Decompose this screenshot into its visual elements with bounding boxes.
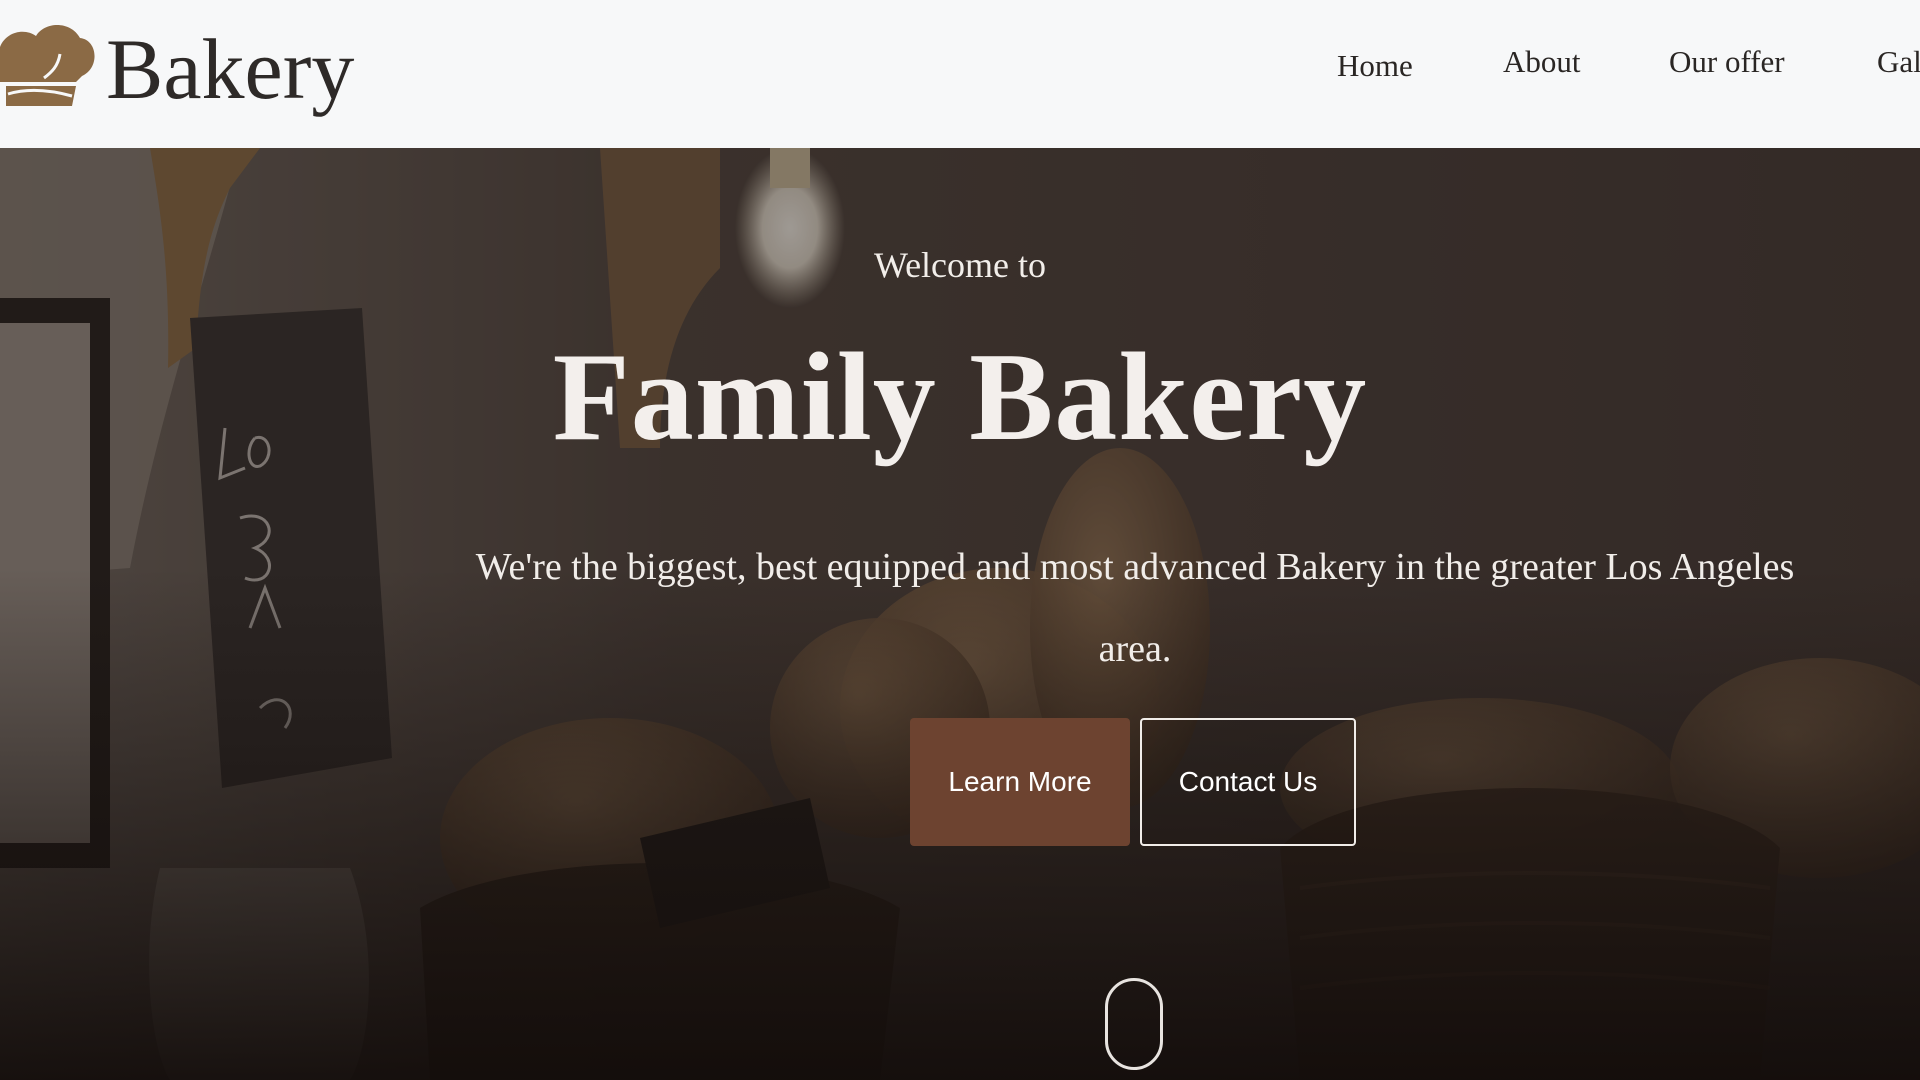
- logo[interactable]: Bakery: [0, 14, 354, 124]
- nav-home[interactable]: Home: [1337, 48, 1413, 84]
- hero-content: Welcome to Family Bakery We're the bigge…: [0, 148, 1920, 1080]
- contact-us-button[interactable]: Contact Us: [1140, 718, 1356, 846]
- hero-section: Welcome to Family Bakery We're the bigge…: [0, 148, 1920, 1080]
- nav-gallery[interactable]: Gal: [1877, 44, 1920, 80]
- nav-about[interactable]: About: [1503, 44, 1581, 80]
- nav-our-offer[interactable]: Our offer: [1669, 44, 1785, 80]
- learn-more-button[interactable]: Learn More: [910, 718, 1130, 846]
- mouse-scroll-icon[interactable]: [1105, 978, 1163, 1070]
- hero-title: Family Bakery: [552, 328, 1368, 467]
- logo-text: Bakery: [106, 21, 355, 117]
- site-header: Bakery Home About Our offer Gal: [0, 0, 1920, 148]
- chef-hat-icon: [0, 25, 95, 106]
- hero-description: We're the biggest, best equipped and mos…: [475, 546, 1795, 670]
- hero-welcome: Welcome to: [873, 245, 1047, 285]
